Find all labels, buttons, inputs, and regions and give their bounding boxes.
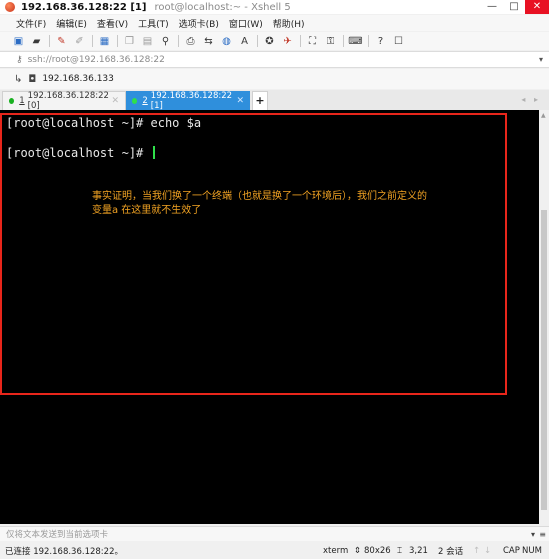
print-icon[interactable]: ⎙	[184, 35, 197, 48]
toolbar-separator	[368, 35, 369, 47]
toolbar-separator	[178, 35, 179, 47]
xftp-icon[interactable]: ✈	[281, 35, 294, 48]
tab-label: 192.168.36.128:22 [1]	[150, 90, 233, 111]
open-folder-icon[interactable]: ▰	[30, 35, 43, 48]
compose-input[interactable]: 仅将文本发送到当前选项卡	[6, 528, 108, 540]
tab-number: 1	[19, 96, 25, 106]
address-bar[interactable]: ⚷ ssh://root@192.168.36.128:22 ▾	[0, 51, 549, 68]
toolbar-separator	[343, 35, 344, 47]
session-count: 2 会话	[438, 546, 464, 557]
menu-view[interactable]: 查看(V)	[97, 17, 128, 30]
tab-bar: 1 192.168.36.128:22 [0] ✕ 2 192.168.36.1…	[0, 90, 549, 111]
font-icon[interactable]: A	[238, 35, 251, 48]
globe-icon[interactable]: ◍	[220, 35, 233, 48]
help-icon[interactable]: ?	[374, 35, 387, 48]
terminal-prompt: [root@localhost ~]#	[6, 146, 151, 160]
connection-status: 已连接 192.168.36.128:22。	[5, 546, 123, 557]
disconnect-icon[interactable]: ✐	[73, 35, 86, 48]
close-tab-icon[interactable]: ✕	[111, 96, 119, 106]
status-dot-icon	[132, 97, 138, 104]
cursor-position: 3,21	[409, 545, 428, 556]
annotation-text: 事实证明，当我们换了一个终端（也就是换了一个环境后），我们之前定义的 变量a 在…	[92, 190, 472, 218]
terminal-prompt-line: [root@localhost ~]#	[6, 146, 155, 160]
maximize-button[interactable]: □	[503, 0, 525, 14]
session-bar: ↳ ◘ 192.168.36.133	[0, 69, 549, 89]
bookmark-icon[interactable]: ◘	[28, 74, 36, 85]
status-bar: 已连接 192.168.36.128:22。 xterm ⇕ 80x26 ⌶ 3…	[0, 542, 549, 559]
terminal-area[interactable]: [root@localhost ~]# echo $a [root@localh…	[0, 110, 539, 524]
toolbar: ▣ ▰ ✎ ✐ ▦ ❐ ▤ ⚲ ⎙ ⇆ ◍ A ✪ ✈ ⛶ ⚿ ⌨ ? ☐	[0, 32, 549, 50]
status-dot-icon	[9, 98, 15, 104]
window-title: 192.168.36.128:22 [1]	[21, 1, 147, 13]
tab-session-1[interactable]: 1 192.168.36.128:22 [0] ✕	[2, 91, 126, 111]
compose-bar[interactable]: 仅将文本发送到当前选项卡 ▾ ≡	[0, 526, 549, 541]
menu-window[interactable]: 窗口(W)	[229, 17, 263, 30]
fullscreen-icon[interactable]: ⛶	[306, 35, 319, 48]
chevron-down-icon[interactable]: ▾	[539, 55, 543, 64]
toolbar-separator	[92, 35, 93, 47]
terminal-scrollbar[interactable]: ▲	[539, 110, 549, 524]
arrow-link-icon[interactable]: ↳	[14, 74, 22, 85]
toolbar-separator	[117, 35, 118, 47]
terminal-line: [root@localhost ~]# echo $a	[6, 116, 202, 130]
keyboard-icon[interactable]: ⌨	[348, 35, 362, 48]
toolbar-separator	[49, 35, 50, 47]
menu-tabs[interactable]: 选项卡(B)	[179, 17, 219, 30]
xshell-logo-icon	[5, 2, 15, 12]
properties-icon[interactable]: ▦	[98, 35, 111, 48]
copy-icon[interactable]: ❐	[123, 35, 136, 48]
title-bar: 192.168.36.128:22 [1] root@localhost:~ -…	[0, 0, 549, 14]
scrollbar-thumb[interactable]	[541, 210, 547, 510]
resize-grip-icon[interactable]: ≡	[539, 530, 546, 539]
terminal-size: 80x26	[364, 545, 391, 556]
tab-label: 192.168.36.128:22 [0]	[27, 91, 109, 111]
upload-arrow-icon: ↑	[473, 545, 481, 556]
num-lock-indicator: NUM	[522, 545, 542, 556]
close-button[interactable]: ✕	[525, 0, 549, 14]
menu-help[interactable]: 帮助(H)	[273, 17, 305, 30]
script-icon[interactable]: ✪	[263, 35, 276, 48]
terminal-type: xterm	[323, 545, 349, 556]
cursor-icon: ⌶	[397, 545, 403, 556]
menu-bar: 文件(F) 编辑(E) 查看(V) 工具(T) 选项卡(B) 窗口(W) 帮助(…	[0, 15, 549, 31]
connect-icon[interactable]: ✎	[55, 35, 68, 48]
add-tab-button[interactable]: +	[252, 91, 268, 110]
minimize-button[interactable]: —	[481, 0, 503, 14]
tab-scroll-arrows-icon[interactable]: ◂ ▸	[521, 95, 541, 104]
terminal-cursor	[152, 146, 155, 159]
chat-icon[interactable]: ☐	[392, 35, 405, 48]
close-tab-icon[interactable]: ✕	[236, 96, 244, 106]
paste-icon[interactable]: ▤	[141, 35, 154, 48]
lock-icon[interactable]: ⚿	[324, 35, 337, 48]
find-icon[interactable]: ⚲	[159, 35, 172, 48]
annotation-line: 事实证明，当我们换了一个终端（也就是换了一个环境后），我们之前定义的	[92, 191, 427, 202]
address-value[interactable]: ssh://root@192.168.36.128:22	[28, 55, 165, 65]
size-icon: ⇕	[354, 545, 362, 556]
menu-file[interactable]: 文件(F)	[16, 17, 46, 30]
lock-icon: ⚷	[16, 54, 23, 65]
menu-edit[interactable]: 编辑(E)	[56, 17, 87, 30]
transfer-icon[interactable]: ⇆	[202, 35, 215, 48]
tab-number: 2	[142, 95, 148, 106]
window-controls: — □ ✕	[481, 0, 549, 14]
caps-lock-indicator: CAP	[503, 545, 520, 556]
session-host[interactable]: 192.168.36.133	[42, 74, 114, 84]
annotation-line: 变量a 在这里就不生效了	[92, 205, 202, 216]
scroll-up-icon[interactable]: ▲	[541, 112, 546, 119]
download-arrow-icon: ↓	[484, 545, 492, 556]
tab-session-2[interactable]: 2 192.168.36.128:22 [1] ✕	[126, 90, 250, 111]
window-subtitle: root@localhost:~ - Xshell 5	[154, 1, 291, 13]
chevron-down-icon[interactable]: ▾	[531, 530, 535, 539]
menu-tools[interactable]: 工具(T)	[138, 17, 169, 30]
toolbar-separator	[257, 35, 258, 47]
new-session-icon[interactable]: ▣	[12, 35, 25, 48]
toolbar-separator	[300, 35, 301, 47]
